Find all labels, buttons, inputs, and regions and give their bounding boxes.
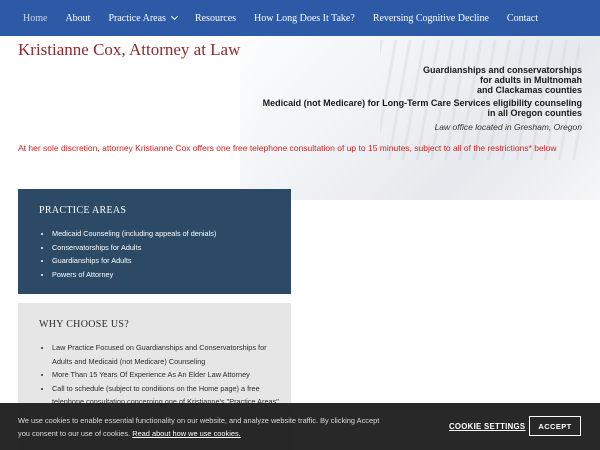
cookie-settings-link[interactable]: COOKIE SETTINGS [449, 422, 525, 431]
tagline-line: and Clackamas counties [476, 85, 582, 95]
nav-how-long[interactable]: How Long Does It Take? [254, 13, 355, 24]
accept-cookies-button[interactable]: ACCEPT [529, 416, 581, 436]
consultation-notice: At her sole discretion, attorney Kristia… [18, 143, 557, 153]
tagline-medicaid: Medicaid (not Medicare) for Long-Term Ca… [263, 98, 582, 118]
list-item: More Than 15 Years Of Experience As An E… [52, 368, 280, 382]
chevron-down-icon [170, 12, 178, 21]
why-choose-us-heading: WHY CHOOSE US? [39, 319, 129, 330]
nav-about[interactable]: About [65, 13, 90, 24]
cookie-banner: We use cookies to enable essential funct… [0, 403, 600, 450]
list-item: Medicaid Counseling (including appeals o… [52, 227, 216, 241]
office-location: Law office located in Gresham, Oregon [434, 122, 582, 132]
practice-areas-box: PRACTICE AREAS Medicaid Counseling (incl… [18, 189, 291, 294]
nav-contact[interactable]: Contact [507, 13, 538, 24]
tagline-line: for adults in Multnomah [480, 75, 582, 85]
cookie-message: We use cookies to enable essential funct… [18, 414, 388, 440]
tagline-line: Guardianships and conservatorships [422, 65, 582, 75]
main-navigation: Home About Practice Areas Resources How … [0, 0, 600, 36]
nav-practice-areas[interactable]: Practice Areas [108, 12, 178, 24]
nav-reversing-cognitive-decline[interactable]: Reversing Cognitive Decline [373, 13, 489, 24]
list-item: Guardianships for Adults [52, 254, 216, 268]
tagline-line: Medicaid (not Medicare) for Long-Term Ca… [262, 98, 582, 108]
cookie-policy-link[interactable]: Read about how we use cookies. [132, 429, 240, 438]
tagline-guardianships: Guardianships and conservatorships for a… [423, 65, 582, 95]
nav-practice-areas-label: Practice Areas [108, 12, 166, 24]
practice-areas-heading: PRACTICE AREAS [39, 205, 127, 216]
list-item: Law Practice Focused on Guardianships an… [52, 341, 280, 368]
tagline-line: in all Oregon counties [487, 108, 582, 118]
list-item: Conservatorships for Adults [52, 241, 216, 255]
page-title: Kristianne Cox, Attorney at Law [18, 40, 241, 59]
nav-resources[interactable]: Resources [195, 13, 236, 24]
nav-home[interactable]: Home [23, 13, 47, 24]
why-choose-us-list: Law Practice Focused on Guardianships an… [40, 341, 280, 409]
practice-areas-list: Medicaid Counseling (including appeals o… [40, 227, 216, 281]
list-item: Powers of Attorney [52, 268, 216, 282]
